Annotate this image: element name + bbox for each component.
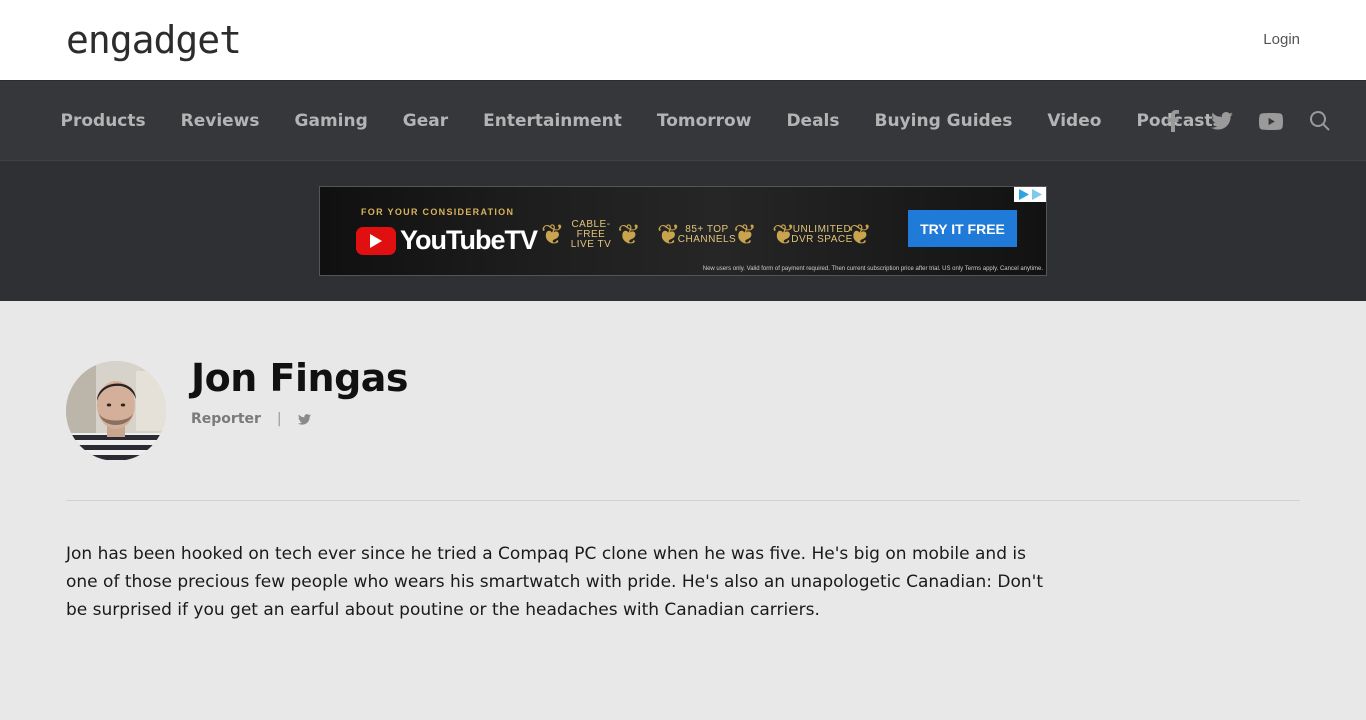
nav-item-gear[interactable]: Gear bbox=[385, 111, 465, 131]
nav-item-entertainment[interactable]: Entertainment bbox=[466, 111, 640, 131]
badge-line: CABLE-FREE bbox=[571, 219, 611, 240]
laurel-icon: ❦ bbox=[772, 218, 796, 251]
ad-band: FOR YOUR CONSIDERATION YouTubeTV ❦ CABLE… bbox=[0, 160, 1366, 301]
badge-line: CHANNELS bbox=[677, 234, 737, 245]
laurel-icon: ❦ bbox=[541, 218, 565, 251]
nav-menu: Products Reviews Gaming Gear Entertainme… bbox=[43, 81, 1240, 161]
login-link[interactable]: Login bbox=[1263, 31, 1300, 48]
ad-kicker: FOR YOUR CONSIDERATION bbox=[361, 207, 515, 217]
meta-separator: | bbox=[276, 411, 282, 427]
author-name: Jon Fingas bbox=[191, 356, 409, 400]
author-page: Jon Fingas Reporter | Jon has been hooke… bbox=[0, 301, 1366, 620]
youtube-tv-banner-ad[interactable]: FOR YOUR CONSIDERATION YouTubeTV ❦ CABLE… bbox=[319, 186, 1047, 276]
search-icon[interactable] bbox=[1295, 101, 1344, 141]
badge-line: LIVE TV bbox=[570, 239, 612, 250]
main-nav: Products Reviews Gaming Gear Entertainme… bbox=[0, 80, 1366, 160]
youtube-tv-logo: YouTubeTV bbox=[356, 225, 538, 256]
ad-badge-cable-free: ❦ CABLE-FREE LIVE TV ❦ bbox=[541, 217, 641, 253]
laurel-icon: ❦ bbox=[848, 218, 872, 251]
nav-item-gaming[interactable]: Gaming bbox=[277, 111, 385, 131]
profile-divider bbox=[66, 500, 1300, 501]
play-icon bbox=[356, 226, 396, 255]
ad-brand: YouTubeTV bbox=[400, 225, 538, 255]
nav-item-products[interactable]: Products bbox=[43, 111, 163, 131]
nav-item-buying-guides[interactable]: Buying Guides bbox=[857, 111, 1030, 131]
social-icons bbox=[1148, 81, 1344, 161]
twitter-icon[interactable] bbox=[1197, 101, 1246, 141]
nav-item-video[interactable]: Video bbox=[1030, 111, 1119, 131]
ad-badge-channels: ❦ 85+ TOP CHANNELS ❦ bbox=[657, 217, 757, 253]
nav-item-deals[interactable]: Deals bbox=[769, 111, 857, 131]
engadget-logo[interactable]: engadget bbox=[66, 20, 242, 60]
author-bio: Jon has been hooked on tech ever since h… bbox=[66, 544, 1044, 620]
nav-item-tomorrow[interactable]: Tomorrow bbox=[639, 111, 769, 131]
ad-badge-dvr: ❦ UNLIMITED DVR SPACE ❦ bbox=[772, 217, 872, 253]
laurel-icon: ❦ bbox=[733, 218, 757, 251]
laurel-icon: ❦ bbox=[617, 218, 641, 251]
author-twitter-icon[interactable] bbox=[297, 413, 311, 425]
ad-fine-print: New users only. Valid form of payment re… bbox=[702, 266, 1043, 272]
author-avatar bbox=[66, 361, 166, 461]
facebook-icon[interactable] bbox=[1148, 101, 1197, 141]
youtube-icon[interactable] bbox=[1246, 101, 1295, 141]
author-meta: Reporter | bbox=[191, 411, 311, 427]
badge-line: DVR SPACE bbox=[791, 234, 853, 245]
site-header: engadget Login bbox=[0, 0, 1366, 80]
laurel-icon: ❦ bbox=[657, 218, 681, 251]
adchoices-icon[interactable] bbox=[1014, 187, 1046, 202]
try-it-free-button[interactable]: TRY IT FREE bbox=[908, 210, 1017, 247]
author-profile: Jon Fingas Reporter | bbox=[0, 301, 1366, 501]
author-role: Reporter bbox=[191, 411, 261, 427]
nav-item-reviews[interactable]: Reviews bbox=[163, 111, 277, 131]
